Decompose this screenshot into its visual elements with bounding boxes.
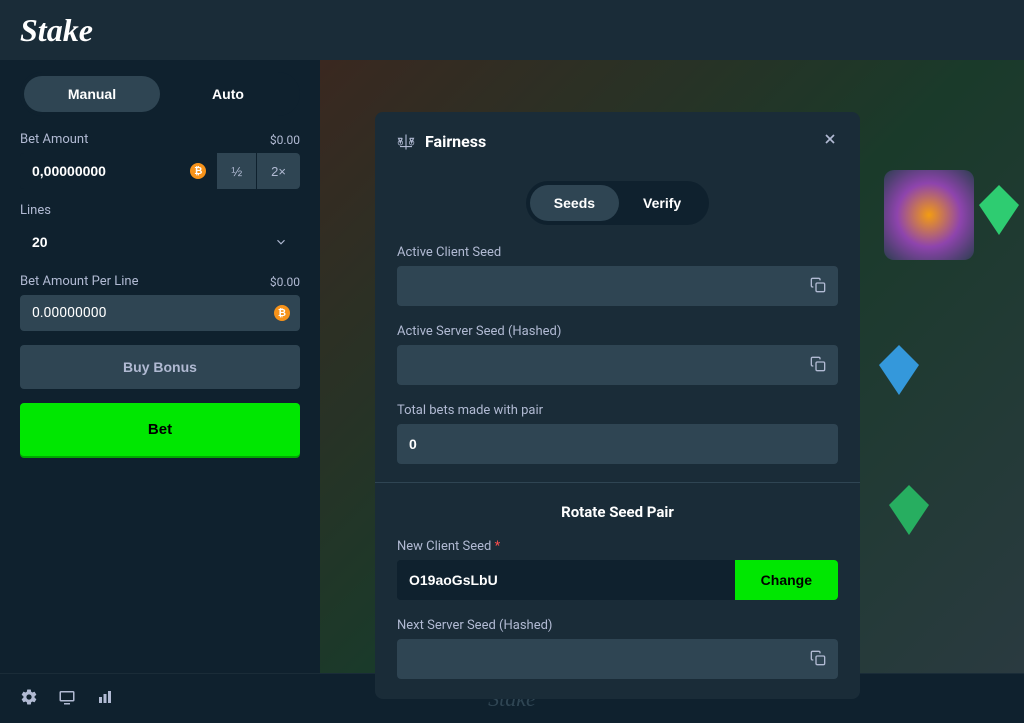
new-client-seed-row: Change: [397, 560, 838, 600]
gem-green-icon: [884, 480, 934, 540]
new-client-seed-input[interactable]: [397, 560, 735, 600]
change-button[interactable]: Change: [735, 560, 838, 600]
seeds-tab[interactable]: Seeds: [530, 185, 619, 221]
bet-amount-input-wrapper: ₿: [20, 153, 216, 189]
per-line-value: 0.00000000 ₿: [20, 295, 300, 331]
copy-icon: [810, 650, 826, 666]
copy-icon: [810, 277, 826, 293]
modal-header: Fairness: [375, 112, 860, 171]
bet-amount-usd: $0.00: [270, 133, 300, 147]
divider: [375, 482, 860, 483]
close-button[interactable]: [822, 130, 838, 153]
close-icon: [822, 131, 838, 147]
per-line-label: Bet Amount Per Line: [20, 274, 138, 289]
copy-icon: [810, 356, 826, 372]
modal-body: Active Client Seed Active Server Seed (H…: [375, 245, 860, 679]
chart-icon: [96, 688, 114, 706]
bet-button[interactable]: Bet: [20, 403, 300, 456]
total-bets-label: Total bets made with pair: [397, 403, 838, 418]
required-indicator: *: [495, 539, 501, 554]
lines-select-wrapper: 20: [20, 224, 300, 260]
mode-toggle: Manual Auto: [20, 72, 300, 116]
bet-amount-input-group: ₿ ½ 2×: [20, 153, 300, 189]
next-server-seed-label: Next Server Seed (Hashed): [397, 618, 838, 633]
active-client-seed-label: Active Client Seed: [397, 245, 838, 260]
gem-green-icon: [974, 180, 1024, 240]
active-client-seed-input[interactable]: [397, 266, 798, 306]
verify-tab[interactable]: Verify: [619, 185, 705, 221]
lines-row: Lines: [20, 203, 300, 218]
bet-amount-row: Bet Amount $0.00: [20, 132, 300, 147]
fairness-modal: Fairness Seeds Verify Active Client Seed…: [375, 112, 860, 699]
sidebar: Manual Auto Bet Amount $0.00 ₿ ½ 2× Line…: [0, 60, 320, 673]
per-line-row: Bet Amount Per Line $0.00: [20, 274, 300, 289]
lines-select[interactable]: 20: [20, 224, 300, 260]
manual-mode-button[interactable]: Manual: [24, 76, 160, 112]
header: Stake: [0, 0, 1024, 60]
total-bets-row: [397, 424, 838, 464]
lines-label: Lines: [20, 203, 51, 218]
buy-bonus-button[interactable]: Buy Bonus: [20, 345, 300, 389]
settings-button[interactable]: [20, 688, 38, 710]
per-line-amount: 0.00000000: [32, 305, 107, 321]
half-button[interactable]: ½: [216, 153, 256, 189]
copy-client-seed-button[interactable]: [798, 267, 838, 306]
bet-amount-input[interactable]: [20, 153, 216, 189]
gem-blue-icon: [874, 340, 924, 400]
copy-server-seed-button[interactable]: [798, 346, 838, 385]
bitcoin-icon: ₿: [190, 163, 206, 179]
modal-tabs: Seeds Verify: [526, 181, 709, 225]
next-server-seed-input[interactable]: [397, 639, 798, 679]
auto-mode-button[interactable]: Auto: [160, 76, 296, 112]
rotate-title: Rotate Seed Pair: [397, 503, 838, 521]
gear-icon: [20, 688, 38, 706]
bitcoin-icon: ₿: [274, 305, 290, 321]
next-server-seed-row: [397, 639, 838, 679]
screen-icon: [58, 688, 76, 706]
copy-next-server-seed-button[interactable]: [798, 640, 838, 679]
stats-button[interactable]: [96, 688, 114, 710]
double-button[interactable]: 2×: [256, 153, 300, 189]
modal-title: Fairness: [425, 132, 486, 151]
active-server-seed-input[interactable]: [397, 345, 798, 385]
theatre-mode-button[interactable]: [58, 688, 76, 710]
modal-title-wrap: Fairness: [397, 132, 486, 151]
logo[interactable]: Stake: [20, 12, 93, 49]
per-line-usd: $0.00: [270, 275, 300, 289]
total-bets-input: [397, 424, 838, 464]
new-client-seed-label: New Client Seed *: [397, 539, 838, 554]
active-client-seed-row: [397, 266, 838, 306]
wheel-icon: [884, 170, 974, 260]
bet-amount-label: Bet Amount: [20, 132, 88, 147]
scales-icon: [397, 133, 415, 151]
active-server-seed-row: [397, 345, 838, 385]
active-server-seed-label: Active Server Seed (Hashed): [397, 324, 838, 339]
